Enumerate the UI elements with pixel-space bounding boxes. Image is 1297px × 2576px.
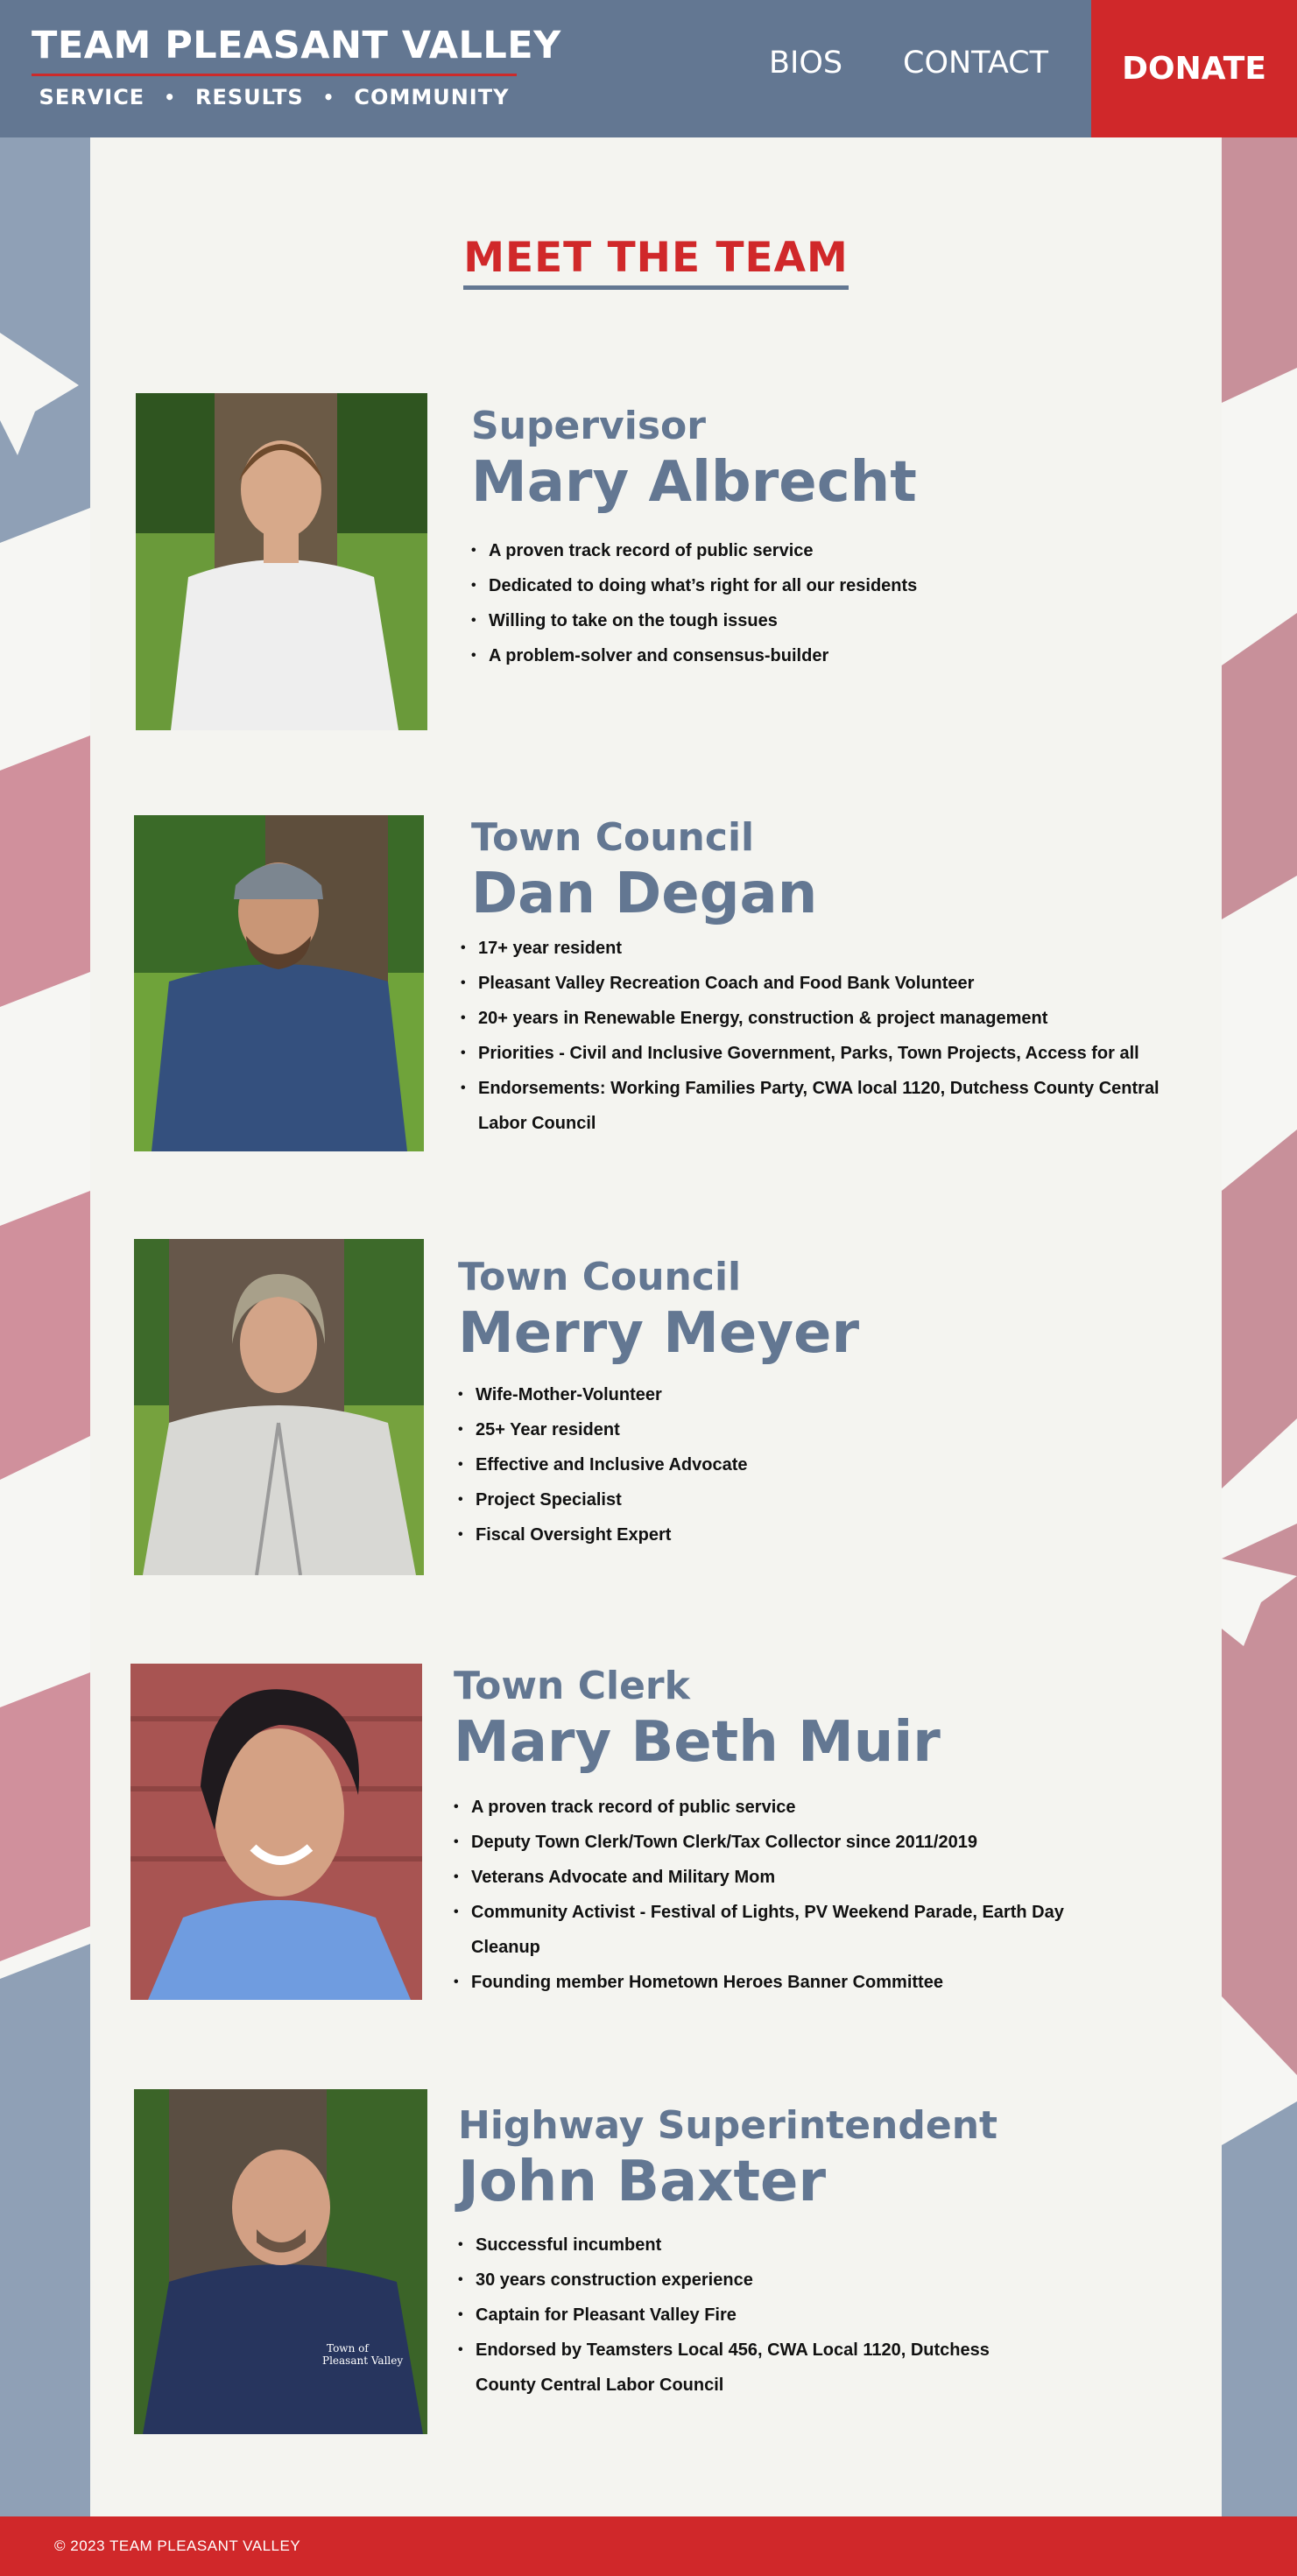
member-info: Town Council Dan Degan 17+ year resident…	[461, 815, 1205, 1141]
member-points-list: A proven track record of public service …	[454, 1790, 1067, 2000]
tagline-service: SERVICE	[39, 85, 145, 109]
list-item: Willing to take on the tough issues	[471, 603, 1189, 638]
tagline-dot-icon: •	[322, 87, 335, 108]
site-header: TEAM PLEASANT VALLEY SERVICE • RESULTS •…	[0, 0, 1297, 137]
list-item: Community Activist - Festival of Lights,…	[454, 1895, 1067, 1965]
list-item: Successful incumbent	[458, 2228, 1019, 2263]
section-title: MEET THE TEAM	[90, 234, 1222, 290]
member-points-list: A proven track record of public service …	[471, 533, 1189, 673]
list-item: Priorities - Civil and Inclusive Governm…	[461, 1036, 1205, 1071]
list-item: Effective and Inclusive Advocate	[458, 1447, 1202, 1482]
member-name: Dan Degan	[471, 862, 818, 926]
meet-the-team-heading: MEET THE TEAM	[463, 234, 849, 290]
brand-divider	[32, 74, 517, 76]
list-item: A proven track record of public service	[471, 533, 1189, 568]
member-name: Mary Beth Muir	[454, 1710, 941, 1775]
main-content: MEET THE TEAM Supervisor Mary Albrecht A…	[90, 137, 1222, 2516]
brand-tagline: SERVICE • RESULTS • COMMUNITY	[32, 85, 517, 109]
member-name: John Baxter	[458, 2150, 826, 2214]
footer-copyright: © 2023 TEAM PLEASANT VALLEY	[54, 2537, 301, 2554]
member-role: Town Clerk	[454, 1664, 690, 1708]
list-item: Captain for Pleasant Valley Fire	[458, 2298, 1019, 2333]
brand-logo[interactable]: TEAM PLEASANT VALLEY SERVICE • RESULTS •…	[32, 23, 561, 109]
member-photo: Town of Pleasant Valley	[134, 2089, 427, 2434]
member-points-list: Wife-Mother-Volunteer 25+ Year resident …	[458, 1377, 1202, 1552]
list-item: Endorsed by Teamsters Local 456, CWA Loc…	[458, 2333, 1019, 2403]
list-item: A proven track record of public service	[454, 1790, 1067, 1825]
svg-text:Town of: Town of	[327, 2342, 370, 2354]
site-footer: © 2023 TEAM PLEASANT VALLEY	[0, 2516, 1297, 2576]
nav-contact-link[interactable]: CONTACT	[903, 46, 1048, 81]
member-info: Town Clerk Mary Beth Muir A proven track…	[454, 1664, 1207, 2000]
list-item: 17+ year resident	[461, 931, 1205, 966]
member-photo	[134, 1239, 424, 1575]
list-item: Veterans Advocate and Military Mom	[454, 1860, 1067, 1895]
tagline-results: RESULTS	[195, 85, 304, 109]
list-item: Deputy Town Clerk/Town Clerk/Tax Collect…	[454, 1825, 1067, 1860]
member-points-list: Successful incumbent 30 years constructi…	[458, 2228, 1019, 2403]
list-item: Project Specialist	[458, 1482, 1202, 1517]
member-role: Town Council	[458, 1255, 742, 1299]
list-item: 30 years construction experience	[458, 2263, 1019, 2298]
member-info: Highway Superintendent John Baxter Succe…	[458, 2103, 1211, 2403]
brand-title: TEAM PLEASANT VALLEY	[32, 24, 561, 67]
nav-bios-link[interactable]: BIOS	[769, 46, 842, 81]
member-photo	[134, 815, 424, 1151]
member-photo	[136, 393, 427, 730]
member-info: Supervisor Mary Albrecht A proven track …	[471, 404, 1189, 673]
list-item: Founding member Hometown Heroes Banner C…	[454, 1965, 1067, 2000]
list-item: 25+ Year resident	[458, 1412, 1202, 1447]
svg-text:Pleasant Valley: Pleasant Valley	[322, 2354, 403, 2367]
list-item: A problem-solver and consensus-builder	[471, 638, 1189, 673]
list-item: Fiscal Oversight Expert	[458, 1517, 1202, 1552]
tagline-dot-icon: •	[164, 87, 176, 108]
list-item: Pleasant Valley Recreation Coach and Foo…	[461, 966, 1205, 1001]
member-role: Town Council	[471, 815, 755, 860]
member-role: Supervisor	[471, 404, 706, 448]
member-name: Merry Meyer	[458, 1301, 859, 1366]
member-info: Town Council Merry Meyer Wife-Mother-Vol…	[458, 1255, 1202, 1552]
tagline-community: COMMUNITY	[354, 85, 510, 109]
member-name: Mary Albrecht	[471, 450, 917, 515]
list-item: Wife-Mother-Volunteer	[458, 1377, 1202, 1412]
list-item: Endorsements: Working Families Party, CW…	[461, 1071, 1205, 1141]
member-role: Highway Superintendent	[458, 2103, 998, 2148]
donate-button[interactable]: DONATE	[1091, 0, 1297, 137]
list-item: 20+ years in Renewable Energy, construct…	[461, 1001, 1205, 1036]
member-points-list: 17+ year resident Pleasant Valley Recrea…	[461, 931, 1205, 1141]
list-item: Dedicated to doing what’s right for all …	[471, 568, 1189, 603]
member-photo	[130, 1664, 422, 2000]
